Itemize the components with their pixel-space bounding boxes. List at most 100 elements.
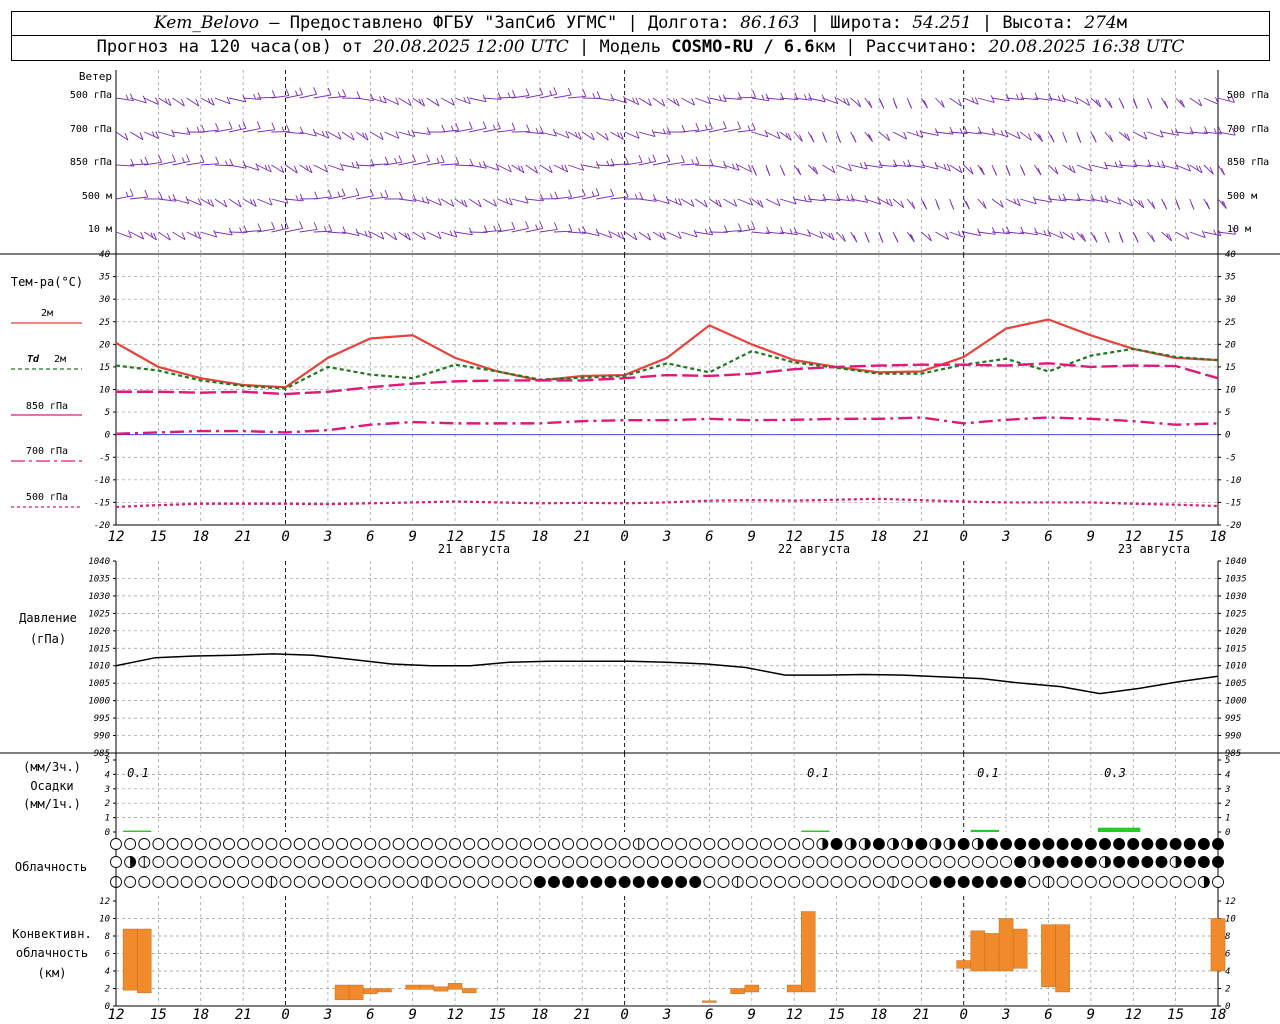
hour-label-bottom: 0	[620, 1007, 628, 1023]
cloud-low	[237, 876, 250, 888]
wind-barb-flag	[525, 88, 530, 96]
hour-label-top: 15	[489, 529, 506, 545]
precip-tick-left: 4	[105, 770, 110, 780]
temp-tick-left: 5	[105, 408, 110, 418]
hour-label-bottom: 15	[489, 1007, 506, 1023]
wind-barb-flag	[893, 101, 898, 109]
wind-barb-flag	[125, 94, 129, 101]
pressure-tick-right: 1000	[1225, 697, 1247, 707]
cloud-title: Облачность	[15, 860, 87, 874]
wind-barb-flag	[1058, 195, 1062, 201]
conv-bar	[461, 988, 477, 994]
wind-barb-flag	[398, 155, 403, 163]
wind-barb	[582, 164, 600, 169]
wind-barb-flag	[370, 93, 375, 101]
wind-barb-flag	[793, 227, 798, 236]
wind-barb	[1133, 131, 1148, 140]
wind-barb-flag	[295, 195, 299, 201]
cloud-low	[336, 876, 349, 888]
cloud-low	[1212, 876, 1224, 888]
cloud-mid	[562, 856, 575, 868]
cloud-mid	[985, 856, 998, 868]
cloud-mid	[703, 856, 716, 868]
wind-barb	[751, 131, 769, 138]
pressure-tick-left: 1025	[88, 609, 110, 619]
pressure-tick-left: 1005	[88, 679, 110, 689]
cloud-low	[774, 876, 786, 888]
hour-label-top: 0	[281, 529, 289, 545]
series-layer	[11, 318, 1219, 695]
cloud-high	[548, 838, 560, 850]
hour-label-bottom: 0	[959, 1007, 967, 1023]
cloud-high	[321, 838, 334, 850]
cloud-mid	[971, 856, 984, 868]
wind-barb-flag	[186, 127, 191, 135]
cloud-low	[562, 876, 575, 888]
wind-barb-flag	[200, 154, 205, 163]
wind-barb	[737, 129, 756, 133]
cloud-mid	[251, 856, 264, 868]
wind-barb-flag	[1134, 235, 1139, 243]
wind-barb-flag	[591, 191, 595, 197]
wind-barb-flag	[356, 91, 361, 99]
wind-level-4: 500 м	[82, 191, 112, 202]
wind-barb-flag	[526, 124, 530, 132]
meteogram-chart: Ветер 500 гПа 700 гПа 850 гПа 500 м 10 м…	[0, 70, 1280, 1023]
conv-bar	[702, 1000, 717, 1003]
hour-label-top: 6	[366, 529, 374, 545]
wind-barb-flag	[1189, 126, 1194, 135]
precip-tick-left: 1	[105, 814, 110, 824]
wind-barb-flag	[355, 188, 360, 196]
cloud-low	[1028, 876, 1041, 888]
hour-label-top: 21	[235, 529, 252, 545]
pressure-tick-left: 1040	[88, 557, 110, 567]
pressure-tick-right: 1010	[1225, 662, 1247, 672]
conv-tick-right: 12	[1225, 897, 1236, 907]
cloud-mid-part	[1034, 856, 1040, 868]
wind-barb	[836, 231, 846, 242]
wind-barb	[1090, 164, 1108, 170]
cloud-high	[434, 838, 447, 850]
hour-label-top: 21	[913, 529, 930, 545]
hour-label-bottom: 18	[531, 1007, 548, 1023]
cloud-high	[1028, 838, 1041, 850]
cloud-high	[166, 838, 179, 850]
cloud-high	[604, 838, 617, 850]
cloud-high-part	[850, 838, 857, 850]
conv-tick-right: 10	[1225, 915, 1236, 925]
wind-barb-flag	[455, 122, 460, 131]
wind-barb-flag	[554, 191, 559, 199]
wind-barb-flag	[695, 122, 700, 131]
cloud-low	[392, 876, 405, 888]
conv-bar	[998, 918, 1014, 972]
wind-barb-flag	[879, 100, 883, 106]
cloud-high	[364, 838, 377, 850]
cloud-high	[463, 838, 476, 850]
cloud-high-part	[822, 838, 828, 850]
wind-barb-flag	[1050, 135, 1055, 143]
cloud-low	[759, 876, 772, 888]
temp-tick-right: 10	[1225, 386, 1236, 396]
cloud-mid	[420, 856, 433, 868]
wind-barb-flag	[493, 225, 497, 232]
conv-bar	[348, 984, 364, 1001]
hour-label-bottom: 18	[1210, 1007, 1227, 1023]
wind-barb-flag	[568, 189, 573, 197]
legend-prefix-td: Td	[27, 354, 40, 365]
conv-tick-left: 4	[105, 967, 110, 977]
wind-barb-flag	[1020, 92, 1025, 100]
cloud-mid	[208, 856, 221, 868]
cloud-low	[533, 876, 546, 888]
cloud-mid	[1197, 856, 1210, 868]
wind-barb	[850, 164, 868, 170]
cloud-low	[858, 876, 871, 888]
cloud-low	[1183, 876, 1196, 888]
pressure-tick-left: 1030	[88, 592, 110, 602]
conv-bar	[334, 984, 350, 1001]
wind-barb-flag	[455, 156, 460, 164]
temp-series-0	[115, 318, 1219, 389]
cloud-high	[519, 838, 532, 850]
pressure-title-2: (гПа)	[30, 632, 66, 646]
wind-barb-flag	[846, 195, 850, 201]
cloud-mid	[1183, 856, 1196, 868]
